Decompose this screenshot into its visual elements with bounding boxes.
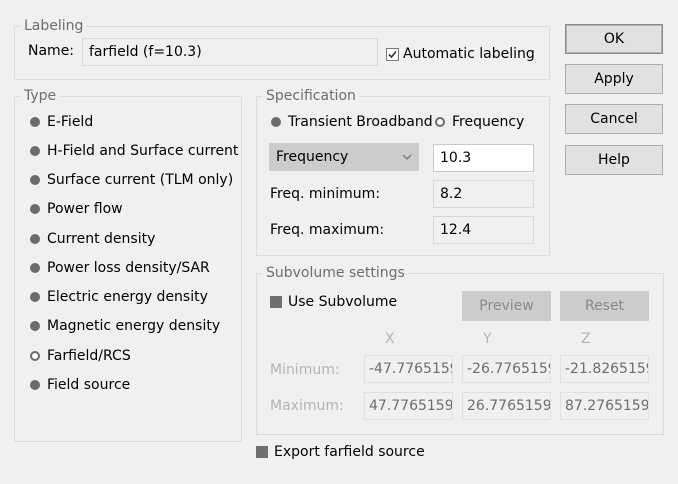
radio-frequency-label: Frequency [452, 114, 525, 130]
apply-button[interactable]: Apply [565, 64, 663, 94]
radio-icon [30, 380, 40, 390]
radio-icon [30, 117, 40, 127]
minimum-y-field[interactable]: -26.7765159 [462, 355, 551, 383]
minimum-label: Minimum: [270, 362, 340, 378]
type-option-power-loss[interactable]: Power loss density/SAR [30, 260, 210, 276]
radio-selected-icon [435, 117, 445, 127]
maximum-x-field[interactable]: 47.77651597 [364, 392, 453, 420]
column-z-header: Z [581, 331, 591, 347]
name-field[interactable]: farfield (f=10.3) [82, 38, 378, 66]
type-option-e-field[interactable]: E-Field [30, 114, 93, 130]
freq-minimum-label: Freq. minimum: [270, 186, 381, 202]
minimum-x-field[interactable]: -47.7765159 [364, 355, 453, 383]
radio-icon [30, 204, 40, 214]
type-option-label: Field source [47, 377, 131, 393]
export-farfield-label: Export farfield source [274, 444, 425, 460]
radio-icon [30, 321, 40, 331]
type-legend: Type [21, 87, 60, 105]
column-y-header: Y [483, 331, 492, 347]
freq-maximum-label: Freq. maximum: [270, 222, 385, 238]
subvolume-legend: Subvolume settings [263, 264, 408, 282]
preview-button[interactable]: Preview [462, 291, 551, 321]
type-option-label: Power flow [47, 201, 123, 217]
cancel-button[interactable]: Cancel [565, 104, 663, 134]
maximum-y-field[interactable]: 26.77651597 [462, 392, 551, 420]
radio-selected-icon [30, 351, 40, 361]
type-option-h-field[interactable]: H-Field and Surface current [30, 143, 238, 159]
labeling-legend: Labeling [21, 17, 87, 35]
dropdown-value: Frequency [276, 149, 349, 165]
type-option-label: Current density [47, 231, 156, 247]
type-option-label: E-Field [47, 114, 94, 130]
radio-icon [30, 292, 40, 302]
type-option-power-flow[interactable]: Power flow [30, 201, 123, 217]
specification-legend: Specification [263, 87, 359, 105]
frequency-input[interactable]: 10.3 [433, 144, 534, 172]
use-subvolume-checkbox[interactable]: Use Subvolume [270, 294, 397, 310]
type-option-magnetic-energy[interactable]: Magnetic energy density [30, 318, 220, 334]
automatic-labeling-label: Automatic labeling [403, 46, 535, 62]
type-option-label: Power loss density/SAR [47, 260, 210, 276]
type-option-label: H-Field and Surface current [47, 143, 239, 159]
radio-icon [30, 263, 40, 273]
name-label: Name: [28, 43, 75, 59]
checkbox-icon [270, 296, 282, 308]
reset-button[interactable]: Reset [560, 291, 649, 321]
automatic-labeling-checkbox[interactable]: Automatic labeling [386, 46, 535, 62]
radio-icon [30, 146, 40, 156]
type-option-label: Magnetic energy density [47, 318, 221, 334]
column-x-header: X [385, 331, 395, 347]
radio-transient-label: Transient Broadband [288, 114, 433, 130]
freq-minimum-field: 8.2 [433, 180, 534, 208]
use-subvolume-label: Use Subvolume [288, 294, 398, 310]
maximum-label: Maximum: [270, 398, 344, 414]
radio-icon [30, 234, 40, 244]
frequency-type-dropdown[interactable]: Frequency [269, 143, 419, 171]
type-option-electric-energy[interactable]: Electric energy density [30, 289, 208, 305]
radio-transient-broadband[interactable]: Transient Broadband [271, 114, 433, 130]
type-option-current-density[interactable]: Current density [30, 231, 155, 247]
type-option-field-source[interactable]: Field source [30, 377, 130, 393]
type-option-farfield-rcs[interactable]: Farfield/RCS [30, 348, 131, 364]
type-option-surface-current[interactable]: Surface current (TLM only) [30, 172, 233, 188]
help-button[interactable]: Help [565, 145, 663, 175]
export-farfield-source-checkbox[interactable]: Export farfield source [256, 444, 425, 460]
freq-maximum-field: 12.4 [433, 216, 534, 244]
radio-icon [30, 175, 40, 185]
type-option-label: Electric energy density [47, 289, 208, 305]
type-option-label: Surface current (TLM only) [47, 172, 234, 188]
ok-button[interactable]: OK [565, 24, 663, 54]
chevron-down-icon [402, 144, 412, 179]
checkbox-checked-icon [386, 47, 399, 61]
maximum-z-field[interactable]: 87.27651597 [560, 392, 649, 420]
checkbox-icon [256, 446, 268, 458]
radio-frequency[interactable]: Frequency [435, 114, 524, 130]
type-option-label: Farfield/RCS [47, 348, 131, 364]
radio-icon [271, 117, 281, 127]
minimum-z-field[interactable]: -21.8265159 [560, 355, 649, 383]
